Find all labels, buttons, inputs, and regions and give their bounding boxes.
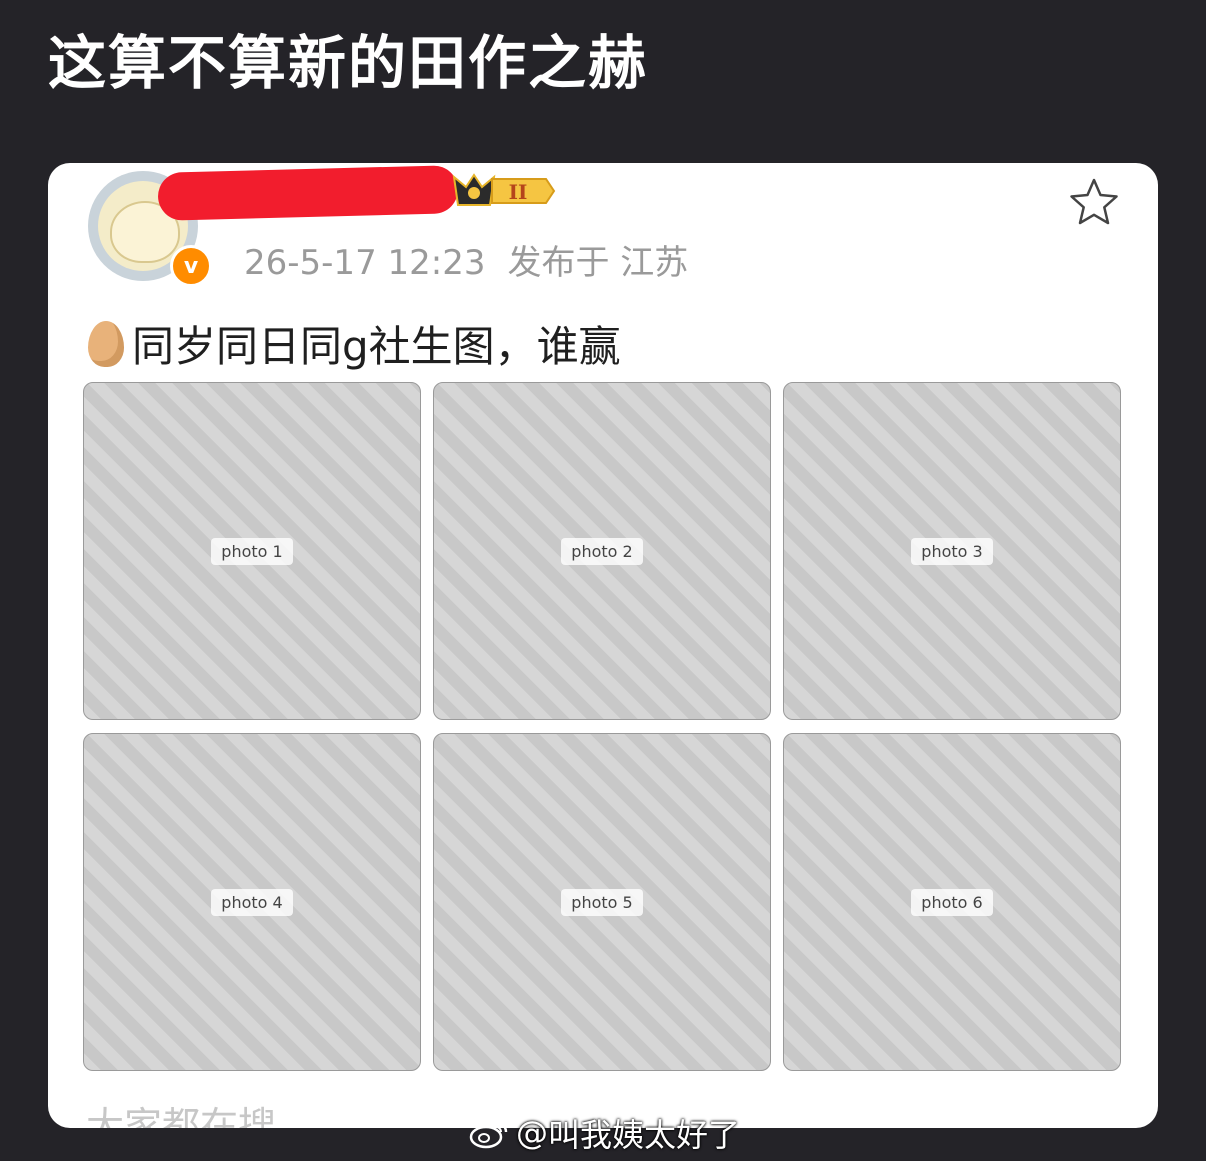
post-text: 同岁同日同g社生图，谁赢 [88, 313, 621, 374]
egg-emoji-icon [88, 320, 124, 367]
photo-6[interactable]: photo 6 [783, 733, 1121, 1071]
verified-v-icon: v [170, 245, 212, 287]
photo-label: photo 5 [561, 888, 643, 916]
watermark-prefix: @ [516, 1114, 548, 1152]
photo-label: photo 6 [911, 888, 993, 916]
post-text-content: 同岁同日同g社生图，谁赢 [132, 322, 621, 371]
photo-label: photo 2 [561, 537, 643, 565]
watermark-text: 叫我姨太好了 [548, 1116, 741, 1154]
photo-label: photo 4 [211, 888, 293, 916]
trending-search-hint[interactable]: 大家都在搜 [86, 1095, 276, 1128]
weibo-logo-icon [469, 1120, 508, 1149]
post-meta: 26-5-17 12:23 发布于 江苏 [244, 235, 688, 284]
photo-5[interactable]: photo 5 [433, 733, 771, 1071]
level-badge-text: II [509, 180, 528, 204]
photo-label: photo 3 [911, 537, 993, 565]
post-location: 发布于 江苏 [507, 243, 689, 283]
photo-2[interactable]: photo 2 [433, 382, 771, 720]
photo-1[interactable]: photo 1 [83, 382, 421, 720]
photo-4[interactable]: photo 4 [83, 733, 421, 1071]
photo-3[interactable]: photo 3 [783, 382, 1121, 720]
crown-level-badge-icon: II [452, 173, 556, 206]
post-card[interactable]: v II 26-5-17 12:23 发布于 江苏 同岁同日同g社生图，谁赢 ph… [48, 163, 1158, 1128]
star-outline-icon[interactable] [1066, 175, 1122, 231]
weibo-watermark: @ 叫我姨太好了 [468, 1110, 740, 1156]
redacted-username [157, 165, 459, 221]
post-timestamp: 26-5-17 12:23 [244, 243, 486, 283]
page-title: 这算不算新的田作之赫 [48, 29, 649, 97]
photo-grid: photo 1 photo 2 photo 3 photo 4 photo 5 … [83, 382, 1121, 1071]
photo-label: photo 1 [211, 537, 293, 565]
